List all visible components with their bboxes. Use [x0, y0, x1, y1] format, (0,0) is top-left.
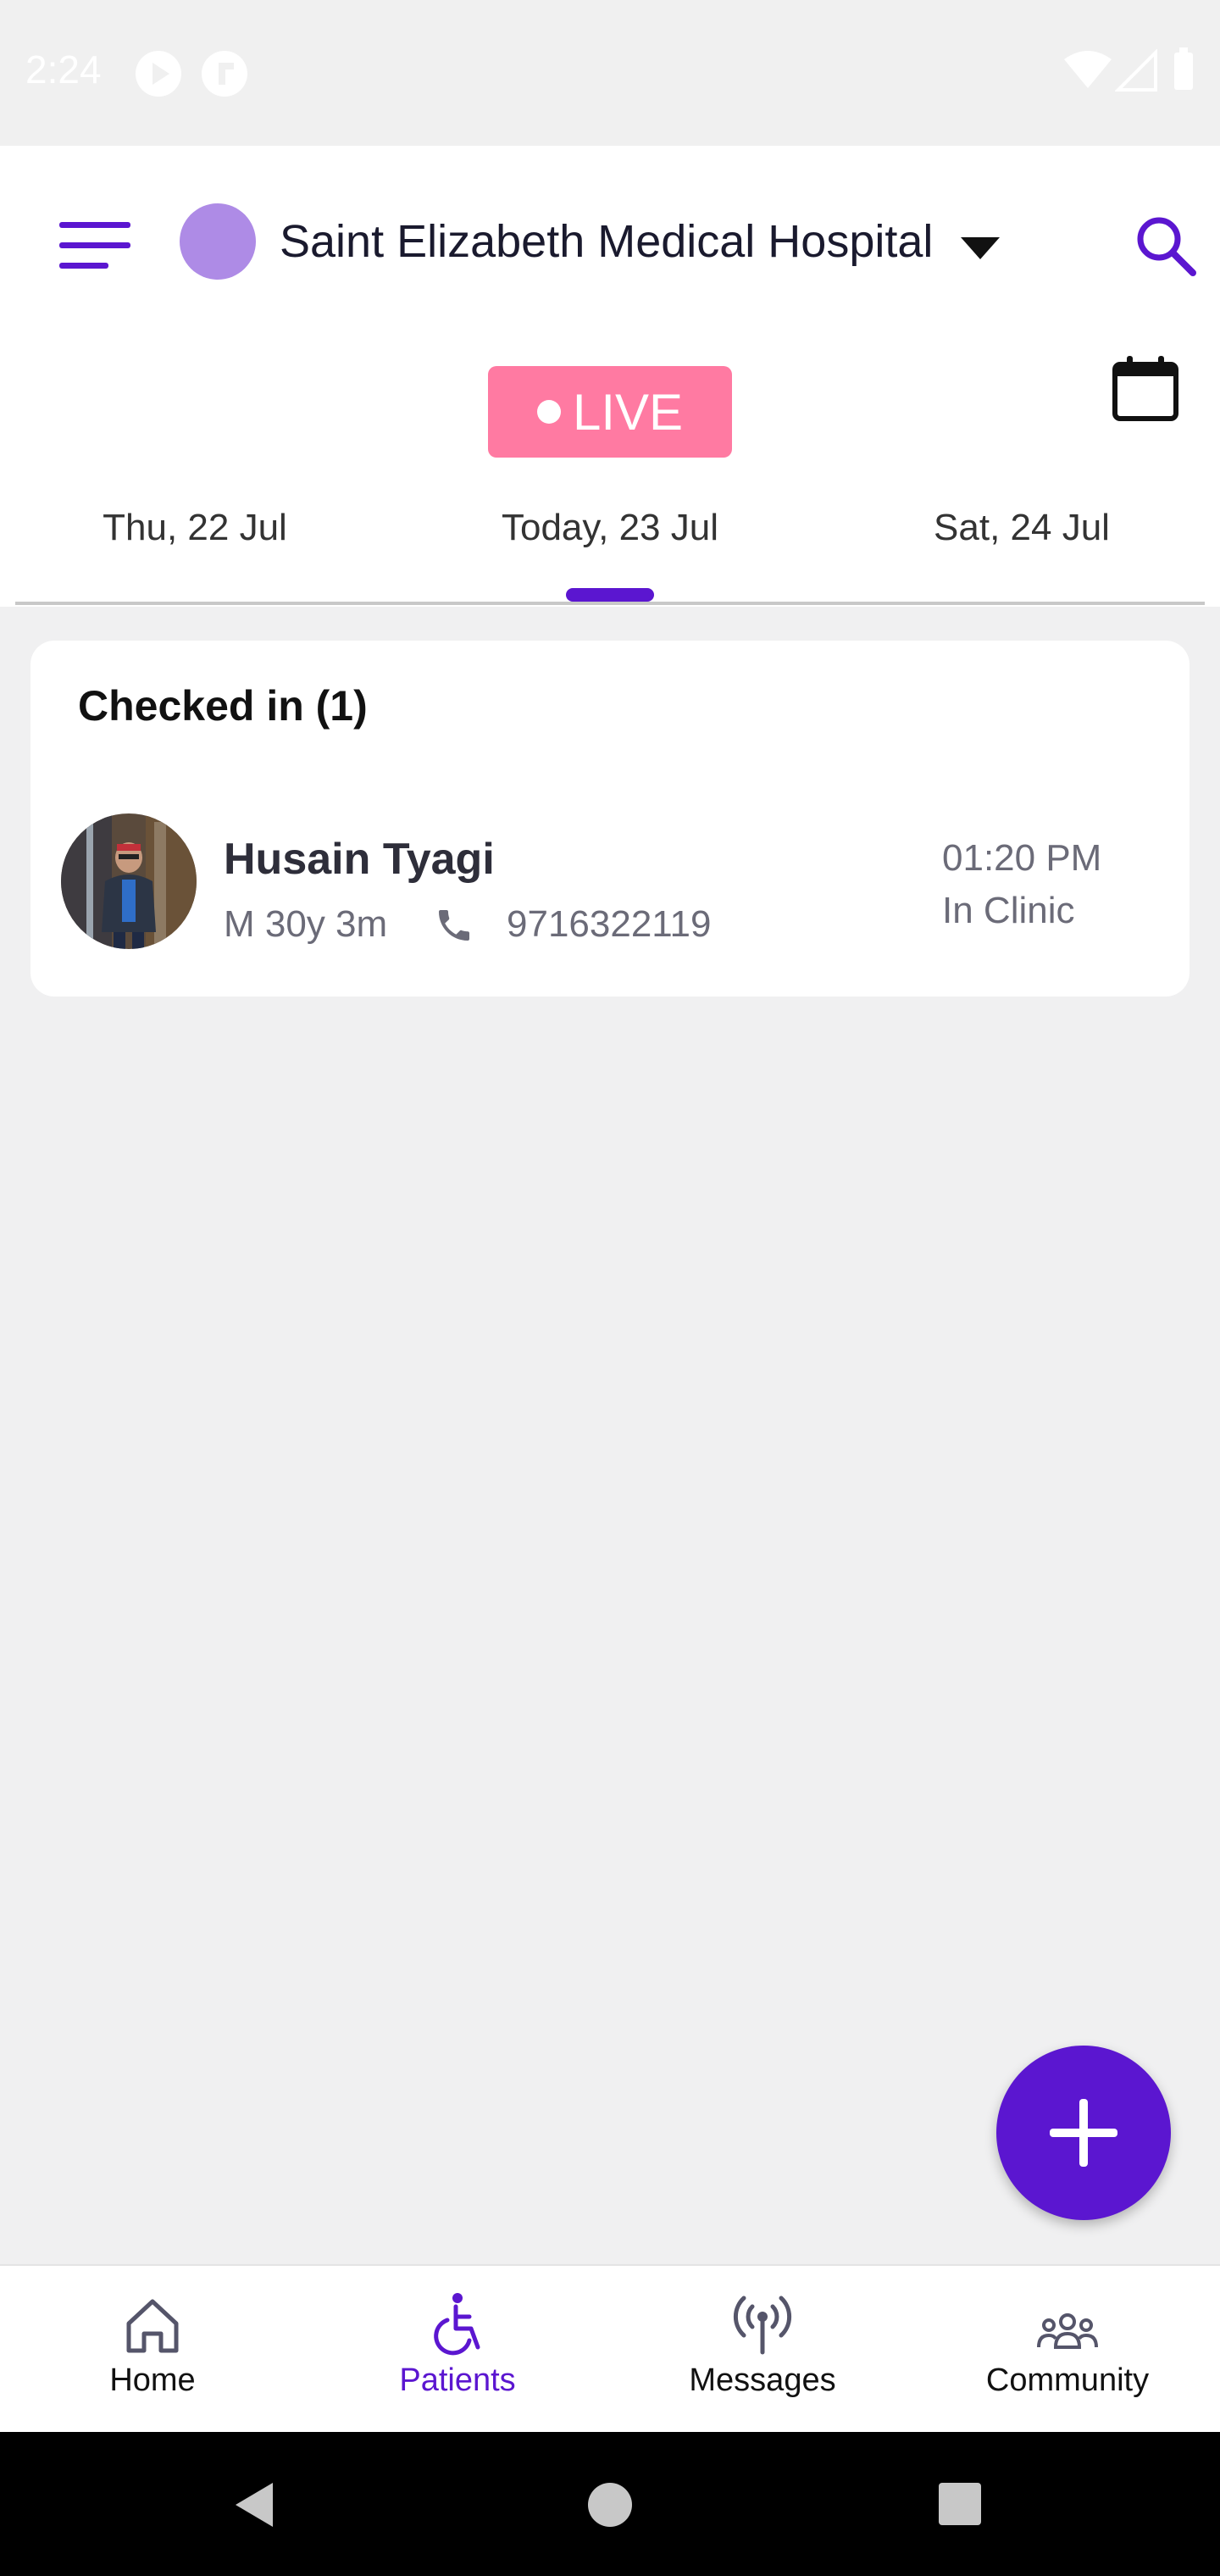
- status-bar: 2:24: [0, 0, 1220, 146]
- search-icon[interactable]: [1134, 214, 1198, 278]
- broadcast-icon: [733, 2296, 792, 2355]
- appointment-time: 01:20 PM: [942, 837, 1102, 879]
- patient-avatar: [61, 813, 197, 949]
- live-badge[interactable]: LIVE: [488, 366, 732, 458]
- wheelchair-icon: [434, 2293, 480, 2356]
- checked-in-title: Checked in (1): [78, 682, 368, 730]
- hospital-name: Saint Elizabeth Medical Hospital: [280, 216, 934, 267]
- people-icon: [1037, 2313, 1098, 2349]
- live-label: LIVE: [572, 383, 684, 441]
- dropdown-arrow-icon[interactable]: [959, 236, 1001, 261]
- nav-item-home[interactable]: Home: [0, 2279, 305, 2423]
- hospital-avatar: [180, 203, 256, 280]
- date-tab-today[interactable]: Today, 23 Jul: [441, 507, 779, 549]
- selected-tab-indicator: [566, 588, 654, 602]
- plus-icon: [1050, 2099, 1117, 2167]
- tab-divider: [15, 602, 1205, 605]
- calendar-icon[interactable]: [1112, 354, 1179, 422]
- app-notification-icon: [202, 51, 247, 97]
- play-store-icon: [136, 51, 181, 97]
- nav-label-patients: Patients: [399, 2362, 516, 2398]
- nav-item-patients[interactable]: Patients: [305, 2279, 610, 2423]
- patient-row[interactable]: [30, 788, 1190, 974]
- patient-demographics: M 30y 3m: [224, 903, 388, 945]
- nav-label-community: Community: [985, 2362, 1150, 2398]
- patient-phone: 9716322119: [507, 903, 712, 945]
- nav-label-home: Home: [109, 2362, 196, 2398]
- live-dot-icon: [536, 400, 561, 424]
- add-button[interactable]: [996, 2046, 1171, 2220]
- nav-item-community[interactable]: Community: [915, 2279, 1220, 2423]
- home-circle-icon[interactable]: [586, 2481, 634, 2529]
- menu-icon[interactable]: [58, 219, 134, 271]
- hospital-selector[interactable]: Saint Elizabeth Medical Hospital: [280, 215, 933, 268]
- nav-item-messages[interactable]: Messages: [610, 2279, 915, 2423]
- patient-name: Husain Tyagi: [224, 835, 495, 884]
- battery-icon: [1174, 47, 1193, 90]
- back-icon[interactable]: [230, 2479, 276, 2530]
- system-navigation-bar: [0, 2432, 1220, 2576]
- appointment-status: In Clinic: [942, 890, 1075, 931]
- signal-icon: [1115, 49, 1157, 92]
- status-time: 2:24: [25, 47, 102, 92]
- nav-label-messages: Messages: [689, 2362, 836, 2398]
- phone-icon: [439, 910, 469, 941]
- home-icon: [126, 2299, 179, 2353]
- wifi-icon: [1064, 51, 1112, 88]
- recents-icon[interactable]: [937, 2481, 983, 2527]
- date-tab-next[interactable]: Sat, 24 Jul: [852, 507, 1191, 549]
- date-tab-previous[interactable]: Thu, 22 Jul: [25, 507, 364, 549]
